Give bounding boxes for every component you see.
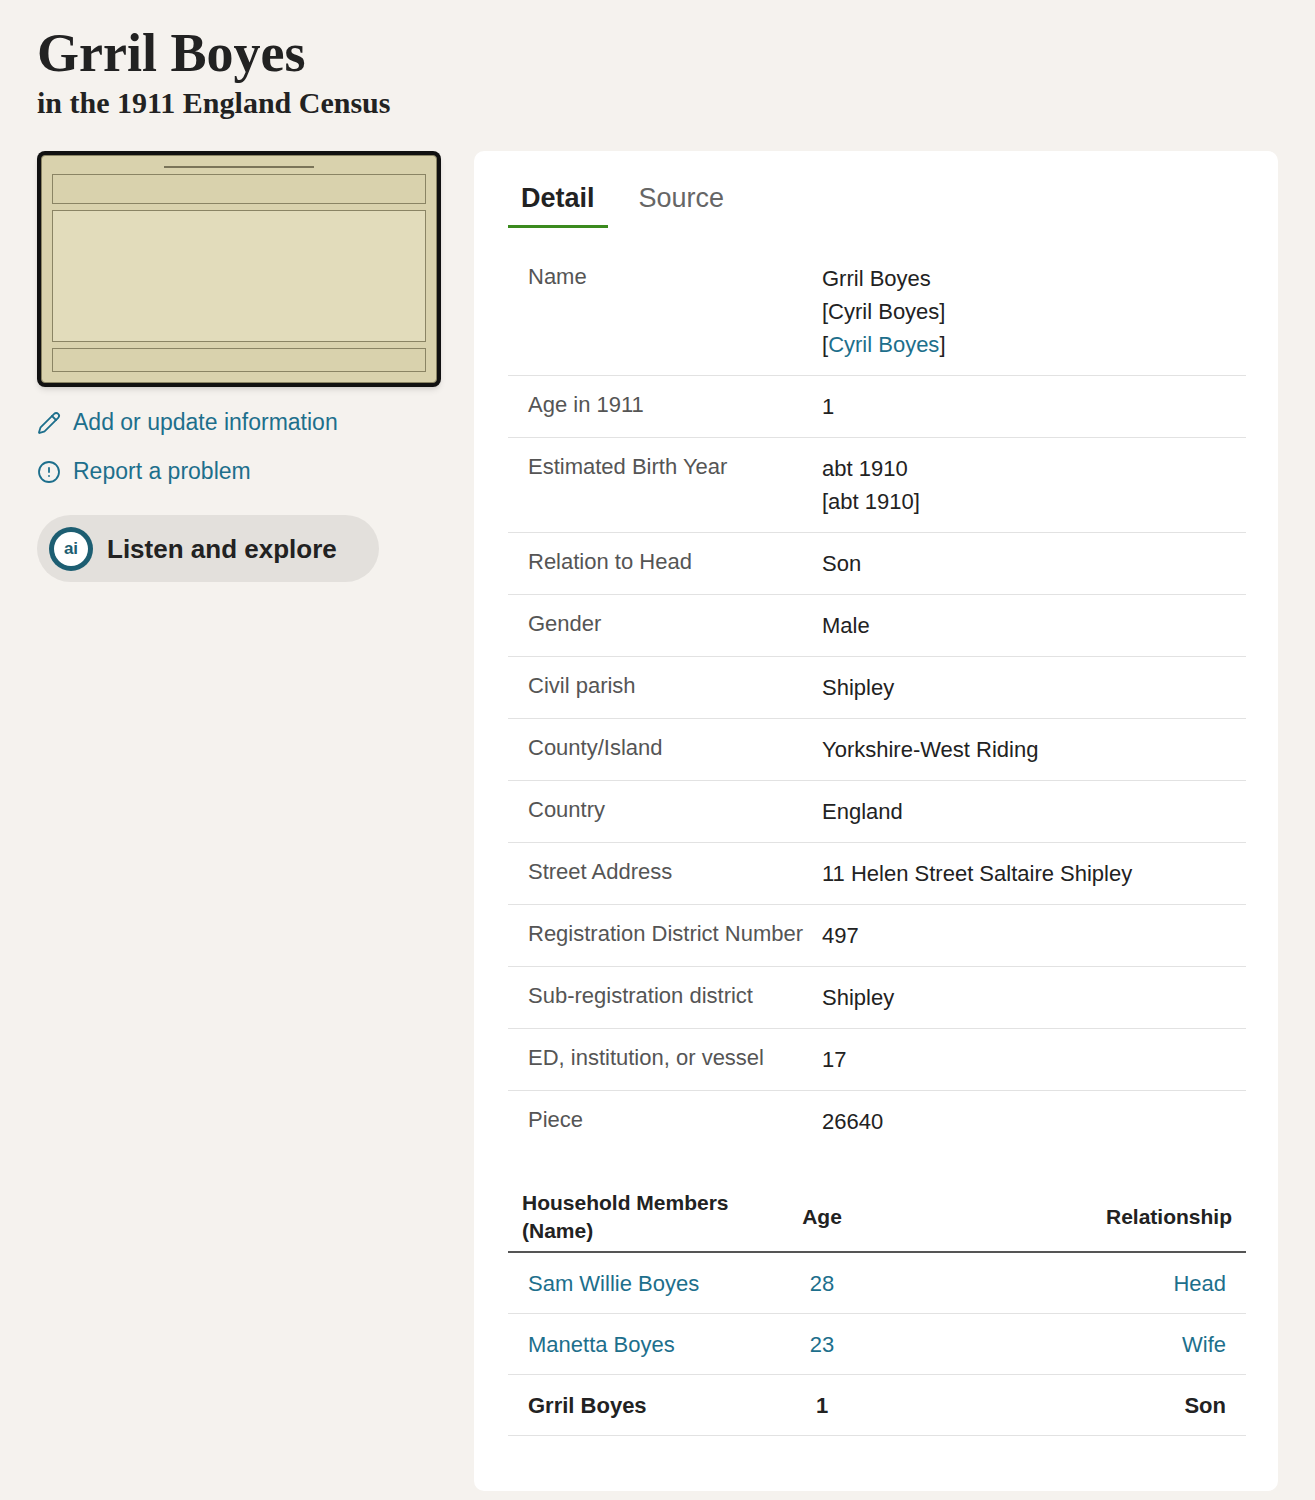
census-image[interactable] (37, 151, 441, 387)
value-line: Son (822, 547, 861, 580)
tab-bar: Detail Source (508, 181, 1246, 228)
value-line: Shipley (822, 981, 894, 1014)
detail-row: NameGrril Boyes[Cyril Boyes][Cyril Boyes… (508, 248, 1246, 376)
detail-row: Estimated Birth Yearabt 1910[abt 1910] (508, 438, 1246, 533)
detail-row: Piece26640 (508, 1091, 1246, 1153)
sidebar: Add or update information Report a proble… (37, 151, 441, 582)
detail-row: Registration District Number497 (508, 905, 1246, 967)
detail-value: Shipley (822, 671, 894, 704)
tab[interactable]: Source (626, 181, 738, 228)
value-line: [Cyril Boyes] (822, 328, 946, 361)
detail-value: abt 1910[abt 1910] (822, 452, 920, 518)
value-line: England (822, 795, 903, 828)
detail-row: Civil parishShipley (508, 657, 1246, 719)
detail-row: ED, institution, or vessel17 (508, 1029, 1246, 1091)
detail-value: 17 (822, 1043, 846, 1076)
detail-row: Age in 19111 (508, 376, 1246, 438)
household-row[interactable]: Sam Willie Boyes28Head (508, 1253, 1246, 1314)
value-line: 11 Helen Street Saltaire Shipley (822, 857, 1132, 890)
household-header: Household Members (Name)AgeRelationship (508, 1189, 1246, 1253)
detail-value: Male (822, 609, 870, 642)
page-footer-box (52, 348, 426, 372)
detail-label: Estimated Birth Year (528, 452, 822, 518)
detail-value: 1 (822, 390, 834, 423)
household-row: Grril Boyes1Son (508, 1375, 1246, 1436)
value-line: Yorkshire-West Riding (822, 733, 1038, 766)
value-link[interactable]: Cyril Boyes (828, 332, 939, 357)
detail-label: Sub-registration district (528, 981, 822, 1014)
detail-row: GenderMale (508, 595, 1246, 657)
value-line: Grril Boyes (822, 262, 946, 295)
detail-label: Relation to Head (528, 547, 822, 580)
value-line: 497 (822, 919, 859, 952)
alert-icon (37, 460, 61, 484)
value-line: Male (822, 609, 870, 642)
page-header-box (52, 174, 426, 204)
value-line: [Cyril Boyes] (822, 295, 946, 328)
value-line: 1 (822, 390, 834, 423)
detail-row: Sub-registration districtShipley (508, 967, 1246, 1029)
detail-value: Grril Boyes[Cyril Boyes][Cyril Boyes] (822, 262, 946, 361)
detail-label: County/Island (528, 733, 822, 766)
value-line: [abt 1910] (822, 485, 920, 518)
sidebar-link[interactable]: Add or update information (37, 409, 441, 436)
page-line (164, 166, 314, 168)
detail-value: 11 Helen Street Saltaire Shipley (822, 857, 1132, 890)
detail-label: Country (528, 795, 822, 828)
listen-button[interactable]: aiListen and explore (37, 515, 379, 582)
detail-label: ED, institution, or vessel (528, 1043, 822, 1076)
value-line: 17 (822, 1043, 846, 1076)
detail-label: Street Address (528, 857, 822, 890)
page-title: Grril Boyes (37, 24, 1278, 83)
ai-icon: ai (49, 527, 93, 571)
detail-value: Son (822, 547, 861, 580)
detail-row: Street Address11 Helen Street Saltaire S… (508, 843, 1246, 905)
detail-label: Civil parish (528, 671, 822, 704)
detail-label: Registration District Number (528, 919, 822, 952)
pencil-icon (37, 411, 61, 435)
value-line: 26640 (822, 1105, 883, 1138)
detail-row: CountryEngland (508, 781, 1246, 843)
detail-value: Yorkshire-West Riding (822, 733, 1038, 766)
page-subtitle: in the 1911 England Census (37, 85, 1278, 121)
content: Add or update information Report a proble… (37, 151, 1278, 1491)
detail-value: Shipley (822, 981, 894, 1014)
detail-label: Gender (528, 609, 822, 642)
sidebar-link[interactable]: Report a problem (37, 458, 441, 485)
value-line: Shipley (822, 671, 894, 704)
detail-row: County/IslandYorkshire-West Riding (508, 719, 1246, 781)
page-grid (52, 210, 426, 342)
detail-value: 26640 (822, 1105, 883, 1139)
detail-label: Name (528, 262, 822, 361)
page: Grril Boyesin the 1911 England CensusAdd… (0, 0, 1315, 1500)
detail-row: Relation to HeadSon (508, 533, 1246, 595)
value-line: abt 1910 (822, 452, 920, 485)
detail-label: Piece (528, 1105, 822, 1139)
detail-table: NameGrril Boyes[Cyril Boyes][Cyril Boyes… (508, 248, 1246, 1153)
census-page (41, 155, 437, 383)
detail-value: 497 (822, 919, 859, 952)
detail-label: Age in 1911 (528, 390, 822, 423)
household-row[interactable]: Manetta Boyes23Wife (508, 1314, 1246, 1375)
sidebar-links: Add or update information Report a proble… (37, 409, 441, 485)
household-table: Household Members (Name)AgeRelationshipS… (508, 1189, 1246, 1436)
detail-card: DetailSourceNameGrril Boyes[Cyril Boyes]… (474, 151, 1278, 1491)
tab[interactable]: Detail (508, 181, 608, 228)
detail-value: England (822, 795, 903, 828)
